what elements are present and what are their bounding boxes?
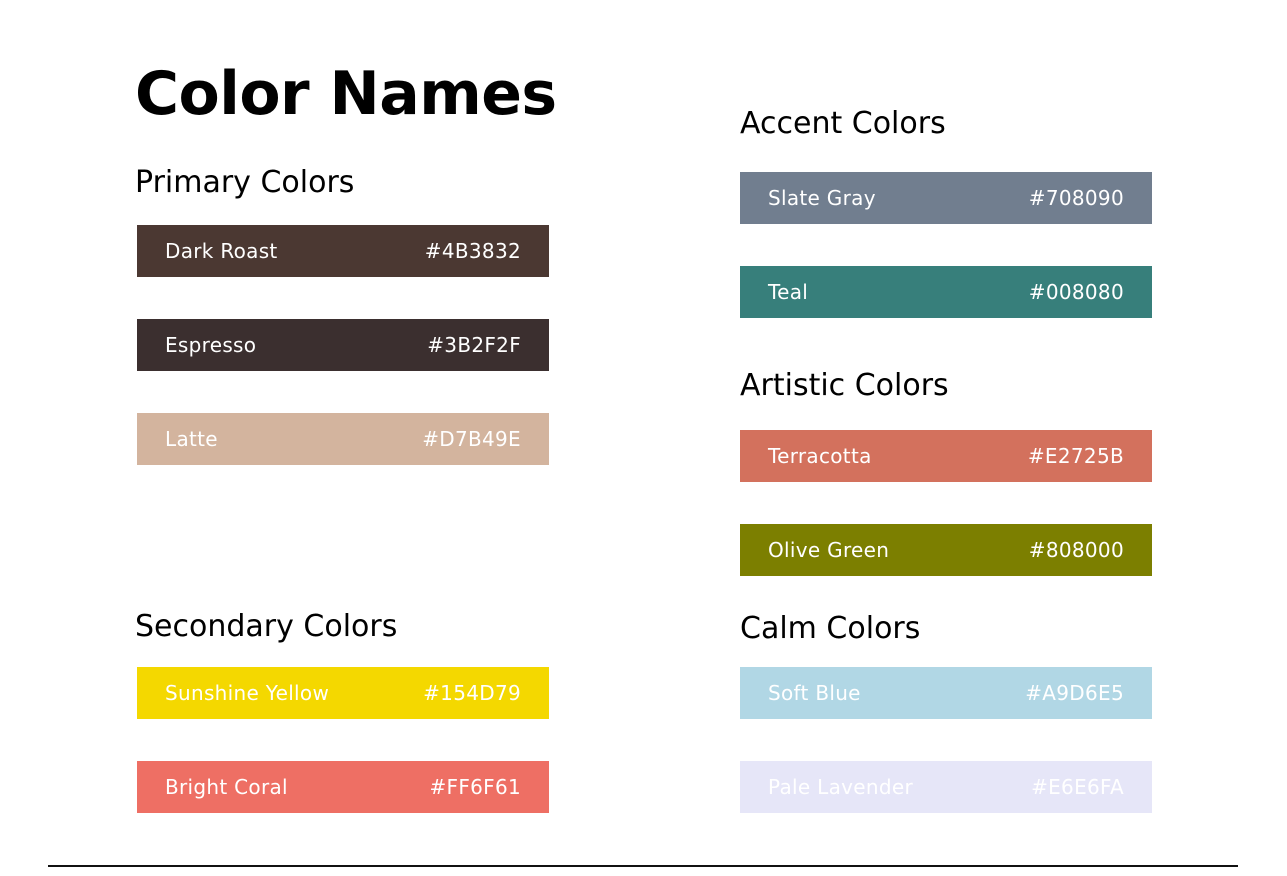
swatch-hex-code: #708090 (1028, 186, 1124, 210)
swatch-name: Soft Blue (768, 681, 861, 705)
swatch-hex-code: #E2725B (1027, 444, 1124, 468)
secondary-colors-heading: Secondary Colors (135, 609, 398, 644)
swatch-hex-code: #3B2F2F (427, 333, 521, 357)
calm-colors-heading: Calm Colors (740, 611, 921, 646)
swatch-hex-code: #E6E6FA (1031, 775, 1124, 799)
swatch-hex-code: #008080 (1028, 280, 1124, 304)
swatch-name: Slate Gray (768, 186, 876, 210)
swatch-soft-blue: Soft Blue #A9D6E5 (740, 667, 1152, 719)
accent-colors-heading: Accent Colors (740, 106, 946, 141)
artistic-colors-heading: Artistic Colors (740, 368, 949, 403)
swatch-terracotta: Terracotta #E2725B (740, 430, 1152, 482)
swatch-name: Dark Roast (165, 239, 278, 263)
swatch-name: Latte (165, 427, 218, 451)
swatch-hex-code: #4B3832 (424, 239, 521, 263)
swatch-sunshine-yellow: Sunshine Yellow #154D79 (137, 667, 549, 719)
swatch-name: Bright Coral (165, 775, 288, 799)
swatch-pale-lavender: Pale Lavender #E6E6FA (740, 761, 1152, 813)
swatch-hex-code: #808000 (1028, 538, 1124, 562)
swatch-slate-gray: Slate Gray #708090 (740, 172, 1152, 224)
swatch-name: Pale Lavender (768, 775, 913, 799)
swatch-hex-code: #154D79 (423, 681, 521, 705)
swatch-espresso: Espresso #3B2F2F (137, 319, 549, 371)
swatch-name: Olive Green (768, 538, 890, 562)
swatch-latte: Latte #D7B49E (137, 413, 549, 465)
swatch-bright-coral: Bright Coral #FF6F61 (137, 761, 549, 813)
bottom-divider (48, 865, 1238, 867)
swatch-teal: Teal #008080 (740, 266, 1152, 318)
swatch-name: Teal (768, 280, 809, 304)
primary-colors-heading: Primary Colors (135, 165, 355, 200)
swatch-dark-roast: Dark Roast #4B3832 (137, 225, 549, 277)
swatch-name: Espresso (165, 333, 257, 357)
page-title: Color Names (135, 59, 557, 129)
swatch-olive-green: Olive Green #808000 (740, 524, 1152, 576)
swatch-hex-code: #D7B49E (422, 427, 521, 451)
swatch-hex-code: #A9D6E5 (1025, 681, 1124, 705)
swatch-name: Sunshine Yellow (165, 681, 330, 705)
swatch-hex-code: #FF6F61 (429, 775, 521, 799)
swatch-name: Terracotta (768, 444, 872, 468)
